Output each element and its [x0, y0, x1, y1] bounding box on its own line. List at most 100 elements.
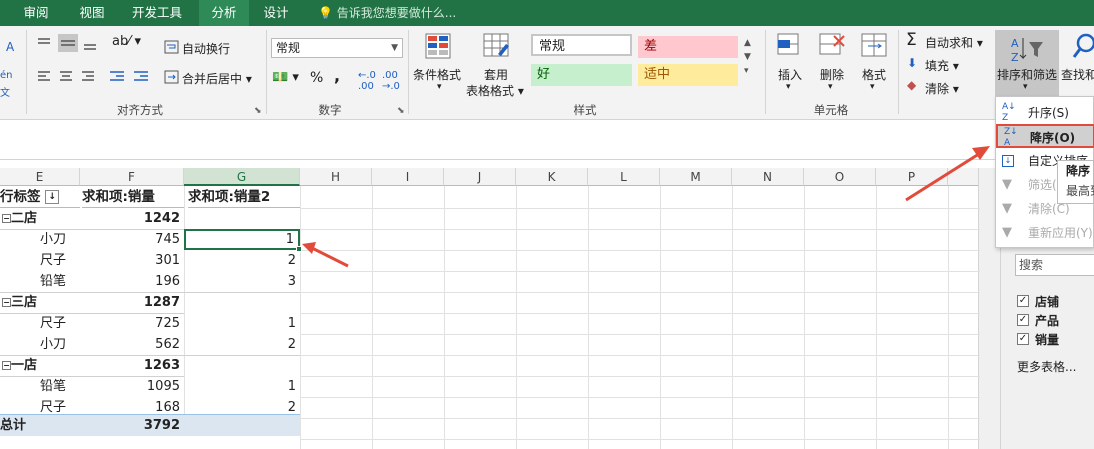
lightbulb-icon: 💡 — [318, 6, 337, 20]
pivot-group-row[interactable]: −三店 — [2, 292, 82, 313]
accounting-format-button[interactable]: 💵 ▾ — [272, 70, 299, 85]
indent-icons[interactable] — [108, 70, 152, 84]
col-header-j[interactable]: J — [444, 168, 516, 186]
col-header-f[interactable]: F — [80, 168, 184, 186]
menu-item-ascending[interactable]: A↓ Z 升序(S) — [996, 101, 1094, 125]
field-checkbox-sales[interactable]: ✓ — [1017, 333, 1029, 345]
field-checkbox-store[interactable]: ✓ — [1017, 295, 1029, 307]
fill-button[interactable]: 填充 ▾ — [925, 57, 959, 74]
total-label: 总计 — [0, 418, 27, 433]
table-format-label-1[interactable]: 套用 — [484, 66, 508, 83]
merge-center-button[interactable]: 合并后居中 ▾ — [182, 70, 252, 87]
col-header-k[interactable]: K — [516, 168, 588, 186]
phonetic-button[interactable]: én — [0, 70, 13, 81]
orientation-icon[interactable]: ab⁄ ▾ — [112, 34, 141, 49]
styles-scroll-icon[interactable]: ▲ ▼ ▾ — [744, 36, 751, 78]
insert-button[interactable]: 插入 — [778, 66, 802, 83]
filter-dropdown-icon[interactable]: ↓ — [45, 190, 60, 204]
tab-analyze[interactable]: 分析 — [199, 0, 249, 26]
more-tables-link[interactable]: 更多表格... — [1017, 358, 1076, 375]
active-cell-g[interactable]: 1 — [184, 229, 300, 250]
style-normal[interactable]: 常规 — [531, 34, 632, 56]
field-checkbox-product[interactable]: ✓ — [1017, 314, 1029, 326]
horizontal-align-icons[interactable] — [36, 70, 106, 84]
menu-item-reapply[interactable]: ▼ 重新应用(Y) — [996, 221, 1094, 245]
conditional-format-button[interactable]: 条件格式 — [413, 66, 461, 83]
pivot-total-row[interactable]: 总计 3792 — [0, 414, 300, 436]
number-format-value: 常规 — [276, 41, 301, 55]
collapse-icon[interactable]: − — [2, 298, 11, 307]
delete-cells-icon — [819, 33, 845, 55]
row-value-1[interactable]: 562 — [80, 334, 184, 355]
row-value-1[interactable]: 301 — [80, 250, 184, 271]
pivot-group-row[interactable]: −一店 — [2, 355, 82, 376]
row-value-2[interactable]: 3 — [184, 271, 300, 292]
tab-review[interactable]: 审阅 — [14, 0, 58, 26]
pivot-row-label-header[interactable]: 行标签 ↓ — [0, 186, 80, 208]
col-header-i[interactable]: I — [372, 168, 444, 186]
tab-design[interactable]: 设计 — [252, 0, 300, 26]
find-select-icon[interactable] — [1072, 32, 1094, 62]
row-label[interactable]: 尺子 — [40, 250, 84, 271]
autosum-button[interactable]: 自动求和 ▾ — [925, 34, 983, 51]
percent-button[interactable]: % — [310, 70, 323, 86]
format-button[interactable]: 格式 — [862, 66, 886, 83]
col-header-h[interactable]: H — [300, 168, 372, 186]
col-header-g[interactable]: G — [184, 168, 300, 186]
sort-filter-icon: A Z — [1011, 37, 1043, 64]
row-label[interactable]: 铅笔 — [40, 271, 84, 292]
field-search-input[interactable]: 搜索 — [1015, 254, 1094, 276]
row-label[interactable]: 小刀 — [40, 229, 84, 250]
style-bad[interactable]: 差 — [638, 36, 738, 58]
wrap-text-icon — [164, 40, 179, 54]
number-launcher-icon[interactable]: ⬊ — [397, 106, 405, 116]
tab-view[interactable]: 视图 — [70, 0, 114, 26]
style-good[interactable]: 好 — [531, 64, 632, 86]
decrease-decimal-icon[interactable]: .00 →.0 — [382, 70, 400, 92]
col-header-e[interactable]: E — [0, 168, 80, 186]
row-value-1[interactable]: 1242 — [80, 208, 184, 229]
alignment-launcher-icon[interactable]: ⬊ — [254, 106, 262, 116]
number-format-select[interactable]: 常规 ▼ — [271, 38, 403, 58]
increase-decimal-icon[interactable]: ←.0.00 — [358, 70, 376, 92]
wrap-text-button[interactable]: 自动换行 — [182, 40, 230, 57]
sort-desc-icon: Z↓ A — [1004, 127, 1018, 148]
row-value-1[interactable]: 1095 — [80, 376, 184, 397]
menu-clear-label: 清除(C) — [1028, 202, 1070, 216]
pivot-group-row[interactable]: −二店 — [2, 208, 82, 229]
delete-button[interactable]: 删除 — [820, 66, 844, 83]
font-color-button[interactable]: A — [6, 40, 14, 54]
row-value-1[interactable]: 725 — [80, 313, 184, 334]
row-value-2[interactable]: 1 — [184, 313, 300, 334]
tell-me-box[interactable]: 💡 告诉我您想要做什么... — [318, 0, 456, 26]
row-value-2[interactable]: 2 — [184, 250, 300, 271]
collapse-icon[interactable]: − — [2, 214, 11, 223]
pivot-sum2-header[interactable]: 求和项:销量2 — [188, 186, 300, 208]
row-value-2[interactable]: 1 — [184, 376, 300, 397]
collapse-icon[interactable]: − — [2, 361, 11, 370]
row-value-1[interactable]: 1263 — [80, 355, 184, 376]
tab-developer[interactable]: 开发工具 — [124, 0, 190, 26]
pivot-sum1-header[interactable]: 求和项:销量 — [82, 186, 184, 208]
row-value-1[interactable]: 196 — [80, 271, 184, 292]
col-header-o[interactable]: O — [804, 168, 876, 186]
col-header-l[interactable]: L — [588, 168, 660, 186]
row-label[interactable]: 尺子 — [40, 313, 84, 334]
clear-button[interactable]: 清除 ▾ — [925, 80, 959, 97]
vertical-align-icons[interactable] — [36, 34, 108, 52]
worksheet-grid[interactable]: E F G H I J K L M N O P 行标签 ↓ 求和项:销量 求和项… — [0, 168, 1000, 449]
menu-item-descending[interactable]: Z↓ A 降序(O) — [996, 124, 1094, 148]
row-value-2[interactable]: 2 — [184, 334, 300, 355]
row-value-1[interactable]: 745 — [80, 229, 184, 250]
clear-filter-icon: ▼ — [1002, 201, 1012, 216]
col-header-n[interactable]: N — [732, 168, 804, 186]
style-neutral[interactable]: 适中 — [638, 64, 738, 86]
table-format-button[interactable]: 表格格式 ▾ — [466, 82, 524, 99]
row-label: 一店 — [11, 358, 38, 373]
find-select-button[interactable]: 查找和 — [1061, 66, 1094, 83]
comma-button[interactable]: , — [334, 66, 340, 85]
col-header-m[interactable]: M — [660, 168, 732, 186]
row-label[interactable]: 铅笔 — [40, 376, 84, 397]
row-label[interactable]: 小刀 — [40, 334, 84, 355]
row-value-1[interactable]: 1287 — [80, 292, 184, 313]
